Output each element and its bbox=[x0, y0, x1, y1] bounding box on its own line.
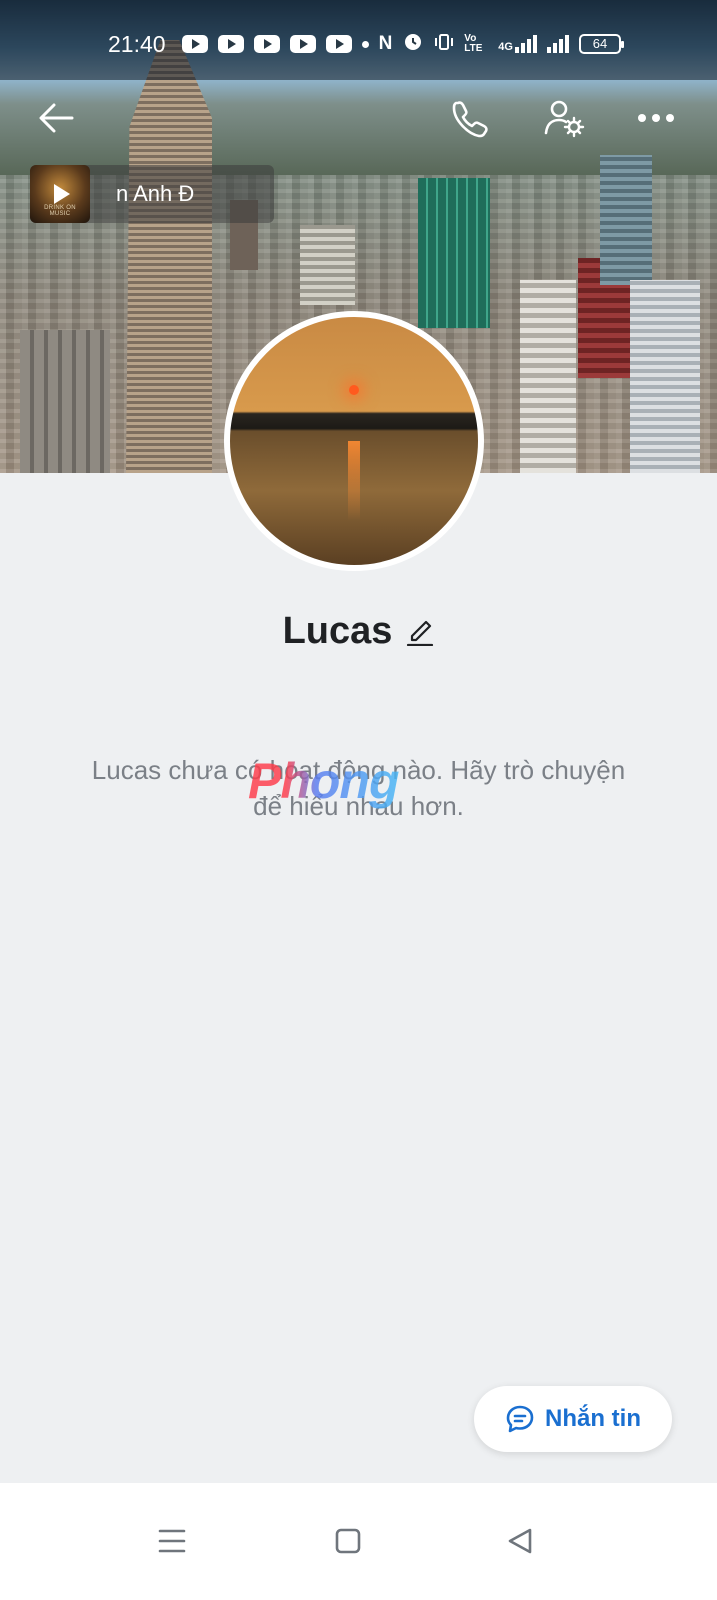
send-message-label: Nhắn tin bbox=[545, 1405, 641, 1432]
status-time: 21:40 bbox=[108, 30, 166, 57]
youtube-notification-icon bbox=[325, 35, 352, 53]
play-icon[interactable] bbox=[54, 184, 70, 204]
triangle-back-icon bbox=[508, 1528, 532, 1554]
user-settings-icon bbox=[544, 100, 585, 138]
avatar[interactable] bbox=[224, 311, 484, 571]
youtube-notification-icon bbox=[253, 35, 280, 53]
more-horizontal-icon bbox=[638, 114, 674, 122]
recent-apps-button[interactable] bbox=[142, 1511, 202, 1571]
empty-activity-message: Lucas chưa có hoạt động nào. Hãy trò chu… bbox=[91, 755, 626, 821]
cover-building bbox=[20, 330, 110, 473]
cover-building bbox=[520, 280, 576, 473]
cover-building bbox=[630, 280, 700, 473]
cover-building bbox=[600, 155, 652, 285]
back-button[interactable] bbox=[34, 96, 78, 140]
cover-tower bbox=[126, 40, 212, 473]
edit-name-button[interactable] bbox=[406, 614, 434, 651]
call-button[interactable] bbox=[448, 96, 492, 140]
music-song-title: n Anh Đ bbox=[116, 181, 195, 206]
youtube-notification-icon bbox=[181, 35, 208, 53]
youtube-notification-icon bbox=[289, 35, 316, 53]
cover-building bbox=[300, 225, 355, 305]
profile-name: Lucas bbox=[282, 610, 393, 652]
music-album-art: DRINK ON MUSIC bbox=[30, 165, 90, 223]
nfc-icon: N bbox=[378, 33, 393, 54]
cover-building bbox=[418, 178, 490, 328]
album-art-caption: DRINK ON MUSIC bbox=[44, 205, 76, 217]
more-options-button[interactable] bbox=[634, 96, 678, 140]
profile-screen: 21:40 N Vo LTE 4G 64 DRINK ON MUSIC n An… bbox=[0, 0, 717, 1600]
profile-name-row: Lucas bbox=[0, 610, 717, 653]
youtube-notification-icon bbox=[217, 35, 244, 53]
pencil-icon bbox=[407, 620, 434, 647]
status-bar: 21:40 N Vo LTE 4G 64 bbox=[0, 0, 717, 80]
phone-icon bbox=[452, 101, 488, 138]
battery-icon: 64 bbox=[578, 34, 624, 54]
system-back-button[interactable] bbox=[490, 1511, 550, 1571]
profile-music-player[interactable]: DRINK ON MUSIC n Anh Đ bbox=[30, 165, 274, 223]
arrow-left-icon bbox=[39, 103, 74, 133]
avatar-sunset-sun bbox=[349, 385, 359, 395]
cellular-signal-icon bbox=[546, 35, 569, 53]
chat-bubble-icon bbox=[506, 1405, 534, 1433]
avatar-sun-reflection bbox=[348, 441, 360, 521]
square-icon bbox=[335, 1528, 361, 1554]
alarm-icon bbox=[402, 30, 424, 58]
cellular-signal-icon: 4G bbox=[498, 35, 537, 53]
network-type-label: 4G bbox=[498, 41, 513, 53]
menu-icon bbox=[158, 1529, 186, 1553]
profile-settings-button[interactable] bbox=[542, 96, 586, 140]
more-notifications-icon bbox=[361, 40, 369, 48]
volte-icon: Vo LTE bbox=[464, 33, 483, 54]
send-message-button[interactable]: Nhắn tin bbox=[474, 1386, 672, 1452]
vibrate-icon bbox=[434, 31, 454, 58]
system-navigation-bar bbox=[0, 1483, 717, 1600]
home-button[interactable] bbox=[318, 1511, 378, 1571]
